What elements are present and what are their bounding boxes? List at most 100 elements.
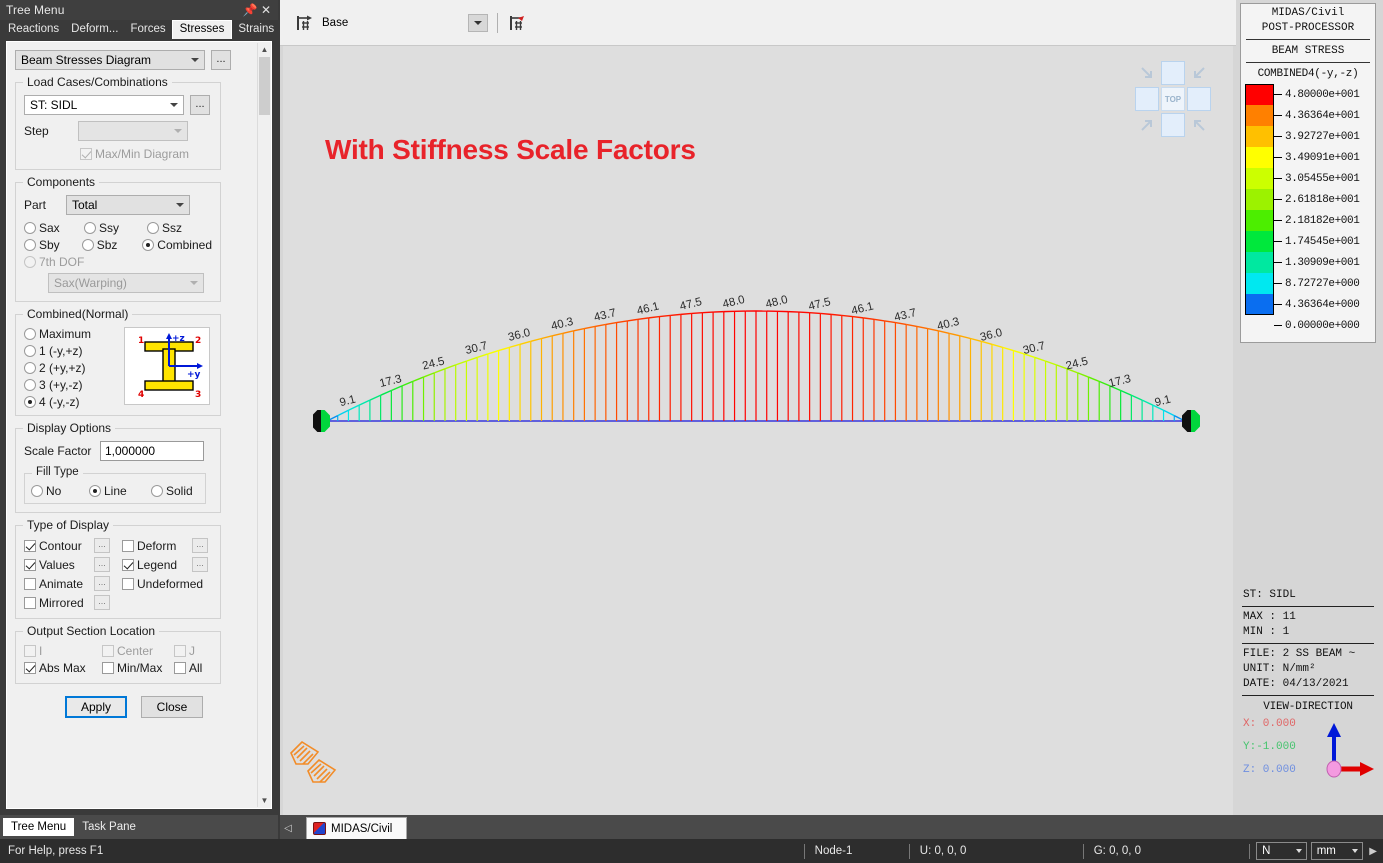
pin-icon[interactable]: 📌 (242, 3, 258, 17)
close-button[interactable]: Close (141, 696, 203, 718)
diagram-type-select[interactable]: Beam Stresses Diagram (15, 50, 205, 70)
scroll-down-arrow-icon[interactable]: ▼ (258, 794, 271, 807)
checkbox-j[interactable]: J (174, 644, 195, 658)
prev-tab-icon[interactable]: ◁ (280, 817, 296, 839)
tab-stresses[interactable]: Stresses (172, 20, 233, 39)
mirrored-options-button[interactable]: ... (94, 595, 110, 610)
nav-down-left-icon[interactable] (1187, 61, 1211, 85)
radio-sby[interactable]: Sby (24, 238, 82, 252)
model-canvas[interactable]: With Stiffness Scale Factors TOP (283, 46, 1233, 815)
warping-select[interactable]: Sax(Warping) (48, 273, 204, 293)
checkbox-i[interactable]: I (24, 644, 102, 658)
tree-panel-scrollbar[interactable]: ▲ ▼ (257, 43, 270, 807)
radio-corner-2-label: 2 (+y,+z) (39, 361, 85, 375)
bottom-tab-task-pane[interactable]: Task Pane (74, 818, 144, 836)
mdi-tab-midas-civil[interactable]: MIDAS/Civil (306, 817, 407, 839)
checkbox-box (174, 662, 186, 674)
radio-corner-2[interactable]: 2 (+y,+z) (24, 361, 124, 375)
checkbox-min-max[interactable]: Min/Max (102, 661, 174, 675)
bottom-tab-tree-menu[interactable]: Tree Menu (3, 818, 74, 836)
checkbox-deform[interactable]: Deform (122, 539, 192, 553)
radio-corner-1[interactable]: 1 (-y,+z) (24, 344, 124, 358)
radio-sbz-label: Sbz (97, 238, 118, 252)
nav-up-left-icon[interactable] (1187, 113, 1211, 137)
radio-dot (24, 222, 36, 234)
step-label: Step (24, 124, 78, 138)
stage-dropdown-button[interactable] (468, 14, 488, 32)
stress-envelope-segment (499, 347, 510, 350)
checkbox-all[interactable]: All (174, 661, 202, 675)
checkbox-contour[interactable]: Contour (24, 539, 94, 553)
load-case-options-button[interactable]: ... (190, 95, 210, 115)
checkbox-legend[interactable]: Legend (122, 558, 192, 572)
load-case-select[interactable]: ST: SIDL (24, 95, 184, 115)
values-options-button[interactable]: ... (94, 557, 110, 572)
radio-dot (24, 328, 36, 340)
warping-value: Sax(Warping) (54, 276, 127, 290)
animate-options-button[interactable]: ... (94, 576, 110, 591)
checkbox-mirrored[interactable]: Mirrored (24, 596, 94, 610)
radio-7th-dof[interactable]: 7th DOF (24, 255, 84, 269)
checkbox-animate[interactable]: Animate (24, 577, 94, 591)
radio-ssz[interactable]: Ssz (147, 221, 182, 235)
expand-right-icon[interactable]: ▶ (1363, 846, 1383, 857)
radio-sbz[interactable]: Sbz (82, 238, 143, 252)
stress-envelope-segment (509, 344, 520, 347)
close-icon[interactable]: ✕ (258, 3, 274, 17)
radio-corner-4-label: 4 (-y,-z) (39, 395, 79, 409)
legend-tick (1274, 325, 1282, 326)
nav-left-button[interactable] (1135, 87, 1159, 111)
radio-ssy[interactable]: Ssy (84, 221, 147, 235)
legend-scale-value: 4.80000e+001 (1285, 89, 1359, 101)
radio-fill-solid[interactable]: Solid (151, 484, 193, 498)
svg-text:3: 3 (195, 390, 201, 400)
nav-up-right-icon[interactable] (1135, 113, 1159, 137)
step-select[interactable] (78, 121, 188, 141)
scroll-up-arrow-icon[interactable]: ▲ (258, 43, 271, 56)
tab-reactions[interactable]: Reactions (2, 21, 65, 39)
checkbox-undeformed[interactable]: Undeformed (122, 577, 203, 591)
checkbox-box (102, 645, 114, 657)
radio-corner-4[interactable]: 4 (-y,-z) (24, 395, 124, 409)
nav-bottom-button[interactable] (1161, 113, 1185, 137)
display-options-group: Display Options Scale Factor 1,000000 Fi… (15, 428, 221, 513)
tree-menu-panel: Tree Menu 📌 ✕ Reactions Deform... Forces… (0, 0, 278, 815)
nav-center-top-button[interactable]: TOP (1161, 87, 1185, 111)
maxmin-diagram-checkbox[interactable]: Max/Min Diagram (80, 147, 189, 161)
checkbox-values[interactable]: Values (24, 558, 94, 572)
legend-scale-row: 8.72727e+000 (1241, 273, 1375, 294)
radio-maximum[interactable]: Maximum (24, 327, 124, 341)
stage-base-icon[interactable] (294, 12, 316, 34)
part-select[interactable]: Total (66, 195, 190, 215)
length-unit-select[interactable]: mm (1311, 842, 1364, 860)
radio-sax[interactable]: Sax (24, 221, 84, 235)
stress-envelope-segment (1046, 361, 1057, 365)
radio-fill-no[interactable]: No (31, 484, 89, 498)
radio-corner-3[interactable]: 3 (+y,-z) (24, 378, 124, 392)
stress-envelope-segment (466, 357, 477, 361)
apply-button[interactable]: Apply (65, 696, 127, 718)
legend-tick (1274, 115, 1282, 116)
checkbox-center[interactable]: Center (102, 644, 174, 658)
stage-next-icon[interactable] (507, 12, 529, 34)
legend-tick (1274, 283, 1282, 284)
deform-options-button[interactable]: ... (192, 538, 208, 553)
nav-top-button[interactable] (1161, 61, 1185, 85)
tab-forces[interactable]: Forces (124, 21, 171, 39)
nav-right-button[interactable] (1187, 87, 1211, 111)
scrollbar-thumb[interactable] (259, 57, 270, 115)
tab-deformations[interactable]: Deform... (65, 21, 124, 39)
stress-envelope-segment (649, 317, 660, 318)
tab-strains[interactable]: Strains (232, 21, 280, 39)
legend-options-button[interactable]: ... (192, 557, 208, 572)
tree-menu-title: Tree Menu (6, 3, 242, 17)
checkbox-abs-max[interactable]: Abs Max (24, 661, 102, 675)
radio-dot (31, 485, 43, 497)
nav-down-right-icon[interactable] (1135, 61, 1159, 85)
diagram-type-options-button[interactable]: ... (211, 50, 231, 70)
radio-fill-line[interactable]: Line (89, 484, 151, 498)
radio-combined[interactable]: Combined (142, 238, 212, 252)
contour-options-button[interactable]: ... (94, 538, 110, 553)
force-unit-select[interactable]: N (1256, 842, 1307, 860)
scale-factor-input[interactable]: 1,000000 (100, 441, 204, 461)
